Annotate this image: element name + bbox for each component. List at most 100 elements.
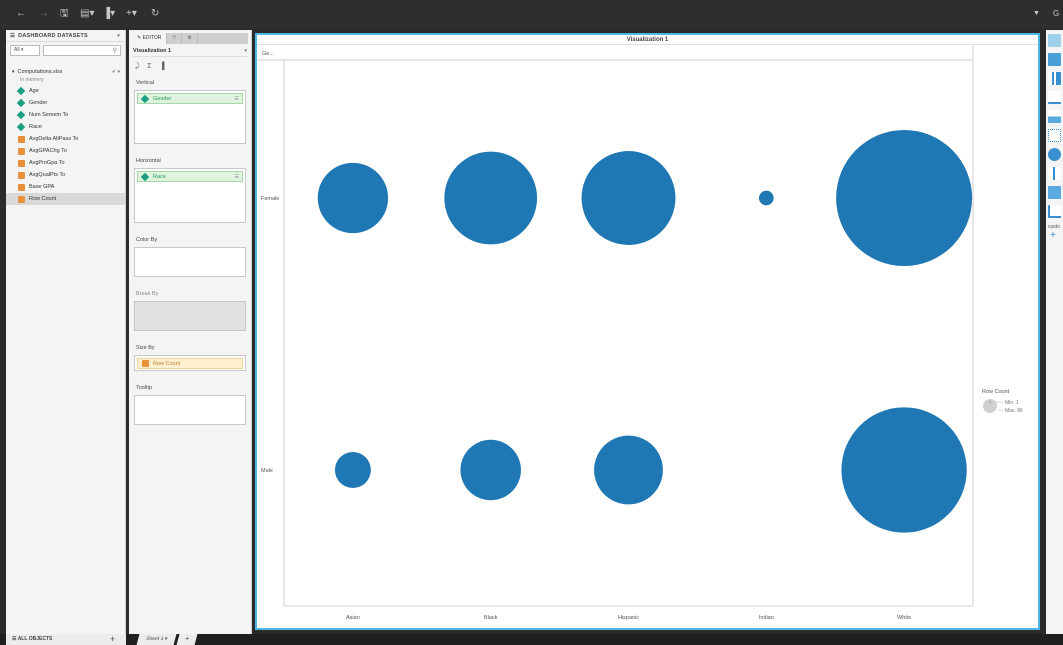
bubble-viz-icon[interactable]	[1048, 148, 1061, 161]
break-by-dropzone	[134, 301, 246, 331]
bubble[interactable]	[460, 439, 521, 501]
field-label: Num Semem To	[29, 112, 69, 118]
measure-icon	[18, 135, 25, 143]
tab-settings[interactable]: ⚙	[182, 33, 198, 44]
grid-viz-icon[interactable]	[1048, 34, 1061, 47]
field-item[interactable]: Base GPA	[6, 181, 125, 193]
combo-viz-icon[interactable]	[1048, 167, 1061, 180]
swap-axes-icon[interactable]: ⤸	[135, 63, 139, 71]
measure-icon	[18, 159, 25, 167]
chevron-down-icon[interactable]: ▾	[117, 33, 120, 39]
measure-icon	[18, 195, 25, 203]
x-tick-label: White	[897, 615, 911, 621]
field-item[interactable]: Num Semem To	[6, 109, 125, 121]
vertical-label: Vertical	[136, 80, 155, 86]
bubble[interactable]	[594, 435, 663, 505]
field-item[interactable]: AvgProGpa To	[6, 157, 125, 169]
field-label: AvgQualPts To	[29, 172, 66, 178]
visualization-gallery: custo +	[1046, 30, 1063, 634]
field-label: AvgProGpa To	[29, 160, 65, 166]
dataset-options-icon[interactable]: ✔ ▾	[112, 69, 120, 75]
bubble[interactable]	[317, 162, 389, 234]
gear-icon: ⚙	[187, 35, 192, 41]
size-by-dropzone[interactable]: Row Count	[134, 355, 246, 371]
bubble[interactable]	[836, 130, 973, 266]
datasets-header[interactable]: ☰ DASHBOARD DATASETS ▾	[6, 30, 125, 42]
field-label: Row Count	[29, 196, 57, 202]
field-item[interactable]: AvgGPAChg To	[6, 145, 125, 157]
bubble[interactable]	[581, 151, 676, 245]
bar-chart-viz-icon[interactable]	[1048, 72, 1061, 85]
visualization-select[interactable]: Visualization 1 ▾	[133, 45, 247, 57]
line-chart-viz-icon[interactable]	[1048, 91, 1061, 104]
field-label: Base GPA	[29, 184, 55, 190]
x-tick-label: Asian	[346, 615, 360, 621]
add-data-icon[interactable]: ▤▾	[80, 8, 94, 20]
bubble[interactable]	[444, 151, 538, 245]
gender-pill[interactable]: Gender ☰	[137, 93, 243, 104]
race-pill[interactable]: Race ☰	[137, 171, 243, 182]
horizontal-dropzone[interactable]: Race ☰	[134, 168, 246, 223]
all-objects-tab[interactable]: ☰ ALL OBJECTS	[6, 634, 126, 645]
dimension-icon	[140, 94, 150, 103]
field-item[interactable]: Age	[6, 85, 125, 97]
add-viz-button[interactable]: +	[1046, 230, 1063, 241]
chart-icon[interactable]: ▐▾	[103, 8, 115, 20]
color-by-label: Color By	[136, 237, 158, 243]
field-item[interactable]: Race	[6, 121, 125, 133]
back-arrow-icon[interactable]: ←	[16, 8, 26, 20]
heatmap-viz-icon[interactable]	[1048, 53, 1061, 66]
chart-type-icon[interactable]: ▐	[160, 63, 165, 71]
list-icon: ☰	[10, 32, 16, 39]
legend-min-circle	[988, 400, 992, 404]
scatter-viz-icon[interactable]	[1048, 129, 1061, 142]
pill-menu-icon[interactable]: ☰	[235, 174, 239, 180]
x-tick-label: Black	[484, 615, 498, 621]
field-item[interactable]: Gender	[6, 97, 125, 109]
bottom-bar: ☰ ALL OBJECTS + Sheet 1 ▾ +	[0, 634, 1063, 645]
y-tick-label: Female	[261, 196, 279, 202]
y-tick-label: Male	[261, 468, 273, 474]
dataset-status: In memory	[20, 77, 44, 83]
color-by-dropzone[interactable]	[134, 247, 246, 277]
y-axis-title: Ge...	[262, 51, 274, 57]
area-chart-viz-icon[interactable]	[1048, 110, 1061, 123]
refresh-icon[interactable]: ↻	[151, 8, 159, 20]
map-viz-icon[interactable]	[1048, 186, 1061, 199]
datasets-panel: ☰ DASHBOARD DATASETS ▾ All ▾ ⚲ ▾ Computa…	[6, 30, 126, 634]
field-item[interactable]: AvgDelta AltPass To	[6, 133, 125, 145]
field-item[interactable]: AvgQualPts To	[6, 169, 125, 181]
tab-editor[interactable]: ✎ EDITOR	[132, 33, 168, 44]
editor-panel: ✎ EDITOR ▽ ⚙ Visualization 1 ▾ ⤸ Σ ▐ Ver…	[129, 30, 252, 634]
add-object-button[interactable]: +	[110, 634, 115, 645]
dataset-filter-select[interactable]: All ▾	[10, 45, 40, 56]
bubble[interactable]	[758, 190, 774, 206]
legend-title: Row Count	[982, 389, 1010, 395]
field-item[interactable]: Row Count	[6, 193, 125, 205]
dimension-icon	[16, 110, 26, 120]
measure-icon	[18, 183, 25, 191]
user-menu-icon[interactable]: G	[1053, 8, 1059, 20]
field-label: AvgDelta AltPass To	[29, 136, 79, 142]
collapse-icon[interactable]: ▾	[12, 69, 15, 75]
vertical-dropzone[interactable]: Gender ☰	[134, 90, 246, 144]
add-sheet-button[interactable]: +	[176, 634, 198, 645]
row-count-pill[interactable]: Row Count	[137, 358, 243, 369]
tooltip-dropzone[interactable]	[134, 395, 246, 425]
legend-max-label: Max. 86	[1005, 408, 1023, 414]
network-viz-icon[interactable]	[1048, 205, 1061, 218]
pill-menu-icon[interactable]: ☰	[235, 96, 239, 102]
tab-filter[interactable]: ▽	[167, 33, 183, 44]
dataset-search-input[interactable]: ⚲	[43, 45, 121, 56]
insert-icon[interactable]: +▾	[126, 8, 137, 20]
top-toolbar: ← → 🖫 ▤▾ ▐▾ +▾ ↻ ▼ G	[0, 0, 1063, 28]
visualization-canvas[interactable]: Visualization 1 Ge... Asian Black Hispanic I…	[255, 33, 1040, 630]
x-tick-label: Indian	[759, 615, 774, 621]
forward-arrow-icon[interactable]: →	[39, 8, 49, 20]
save-icon[interactable]: 🖫	[60, 8, 69, 20]
sheet-tab[interactable]: Sheet 1 ▾	[136, 634, 177, 645]
bubble[interactable]	[841, 407, 967, 533]
bubble[interactable]	[334, 452, 371, 488]
wifi-icon[interactable]: ▼	[1033, 8, 1040, 20]
sigma-icon[interactable]: Σ	[147, 63, 151, 71]
